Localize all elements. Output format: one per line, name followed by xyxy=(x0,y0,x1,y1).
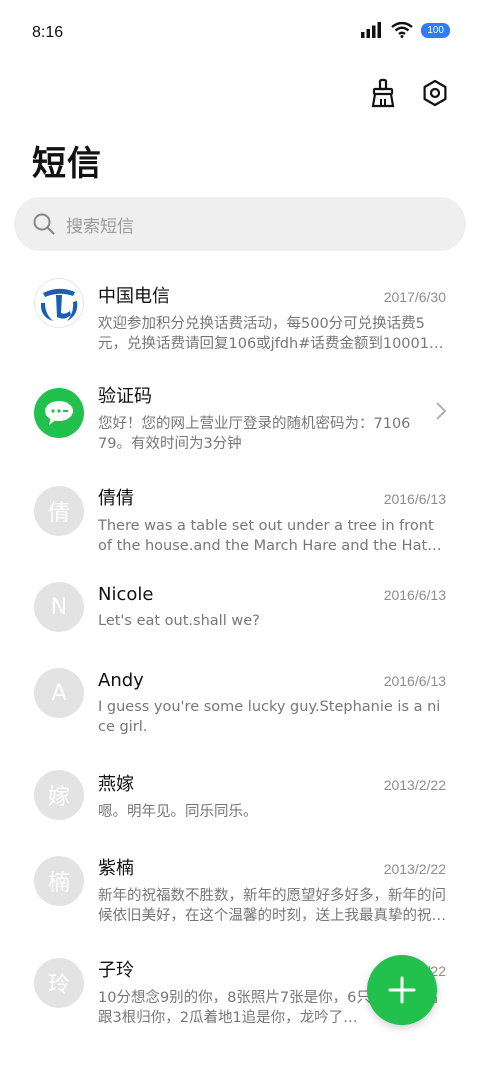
message-list: 中国电信 2017/6/30 欢迎参加积分兑换话费活动，每500分可兑换话费5元… xyxy=(0,262,480,1034)
top-actions xyxy=(366,76,452,110)
plus-icon xyxy=(388,976,416,1004)
signal-icon xyxy=(361,22,382,38)
chevron-right-icon xyxy=(436,402,446,420)
status-bar: 8:16 100 xyxy=(0,0,480,64)
telecom-logo-icon xyxy=(40,288,78,321)
message-date: 2013/2/22 xyxy=(383,777,446,793)
message-snippet: Let's eat out.shall we? xyxy=(98,613,260,629)
list-item[interactable]: 楠 紫楠 2013/2/22 新年的祝福数不胜数，新年的愿望好多好多，新年的问候… xyxy=(0,834,480,934)
settings-button[interactable] xyxy=(418,76,452,110)
broom-icon xyxy=(371,78,395,108)
sender-name: 倩倩 xyxy=(98,488,134,509)
message-snippet: 欢迎参加积分兑换话费活动，每500分可兑换话费5元，兑换话费请回复106或jfd… xyxy=(98,316,444,352)
avatar: 玲 xyxy=(34,958,84,1008)
chat-bubble-icon xyxy=(45,401,73,425)
message-snippet: There was a table set out under a tree i… xyxy=(98,518,434,554)
list-item[interactable]: A Andy 2016/6/13 I guess you're some luc… xyxy=(0,648,480,748)
clean-button[interactable] xyxy=(366,76,400,110)
list-item[interactable]: N Nicole 2016/6/13 Let's eat out.shall w… xyxy=(0,562,480,648)
message-date: 2016/6/13 xyxy=(383,491,446,507)
avatar: N xyxy=(34,582,84,632)
wifi-icon xyxy=(391,22,414,38)
status-time: 8:16 xyxy=(32,24,64,41)
list-item[interactable]: 中国电信 2017/6/30 欢迎参加积分兑换话费活动，每500分可兑换话费5元… xyxy=(0,262,480,362)
message-date: 2013/2/22 xyxy=(383,861,446,877)
search-icon xyxy=(33,213,55,235)
search-placeholder: 搜索短信 xyxy=(66,216,134,237)
message-snippet: 新年的祝福数不胜数，新年的愿望好多好多，新年的问候依旧美好，在这个温馨的时刻，送… xyxy=(98,888,446,924)
message-date: 2016/6/13 xyxy=(383,673,446,689)
battery-indicator: 100 xyxy=(421,22,450,38)
sender-name: 中国电信 xyxy=(98,286,170,307)
avatar: 嫁 xyxy=(34,770,84,820)
avatar: A xyxy=(34,668,84,718)
message-date: 2016/6/13 xyxy=(383,587,446,603)
list-item[interactable]: 嫁 燕嫁 2013/2/22 嗯。明年见。同乐同乐。 xyxy=(0,748,480,834)
sender-name: Andy xyxy=(98,670,144,691)
sender-name: 验证码 xyxy=(98,386,152,407)
list-item[interactable]: 验证码 您好！您的网上营业厅登录的随机密码为：710679。有效时间为3分钟 xyxy=(0,362,480,462)
new-message-button[interactable] xyxy=(367,955,437,1025)
avatar: 倩 xyxy=(34,486,84,536)
page-title: 短信 xyxy=(32,144,102,184)
sender-name: 紫楠 xyxy=(98,858,134,879)
sender-name: 子玲 xyxy=(98,960,134,981)
gear-icon xyxy=(423,79,447,107)
search-bar[interactable]: 搜索短信 xyxy=(14,197,466,251)
avatar: 楠 xyxy=(34,856,84,906)
message-snippet: 您好！您的网上营业厅登录的随机密码为：710679。有效时间为3分钟 xyxy=(98,416,411,452)
list-item[interactable]: 倩 倩倩 2016/6/13 There was a table set out… xyxy=(0,462,480,562)
message-snippet: I guess you're some lucky guy.Stephanie … xyxy=(98,699,441,735)
avatar xyxy=(34,278,84,328)
status-icons: 100 xyxy=(361,22,450,38)
message-date: 2017/6/30 xyxy=(383,289,446,305)
message-snippet: 嗯。明年见。同乐同乐。 xyxy=(98,804,258,820)
sender-name: 燕嫁 xyxy=(98,774,134,795)
avatar xyxy=(34,388,84,438)
sender-name: Nicole xyxy=(98,584,154,605)
